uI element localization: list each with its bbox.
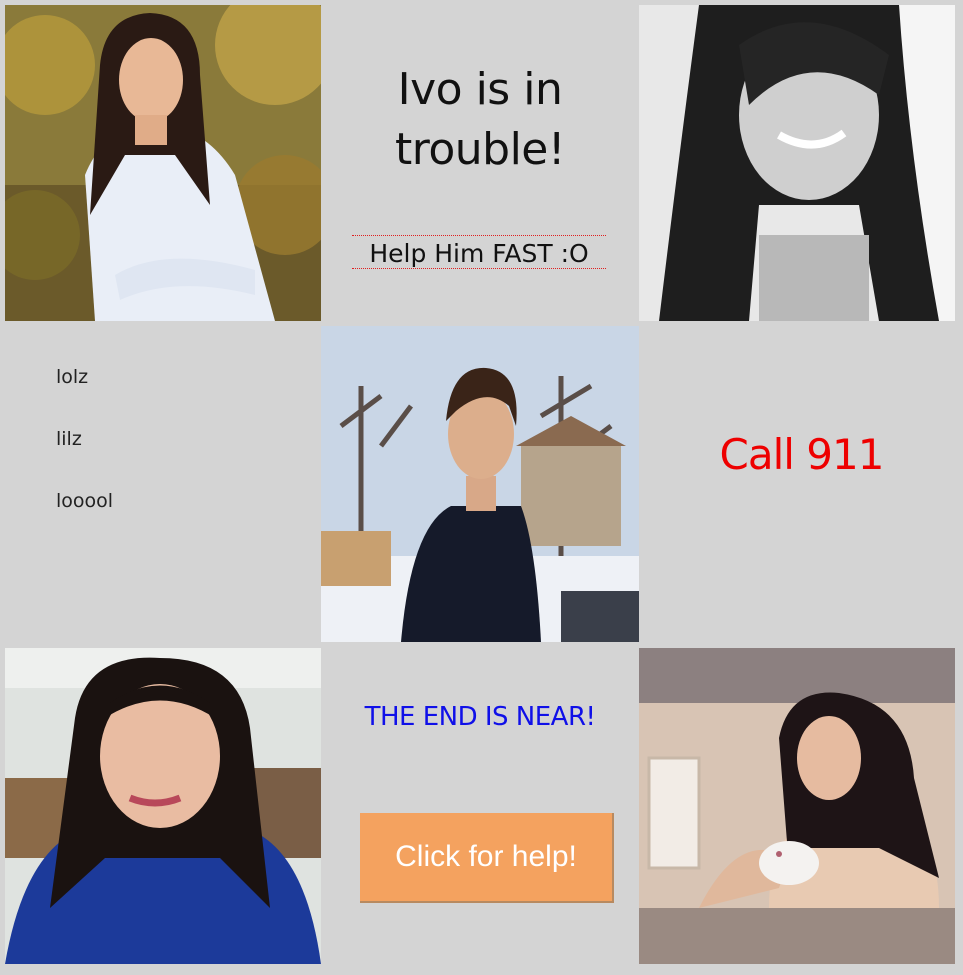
portrait-woman-autumn-photo	[5, 5, 321, 321]
title-line-1: Ivo is in	[397, 64, 563, 115]
end-is-near-text: THE END IS NEAR!	[364, 702, 596, 732]
portrait-woman-with-pet-photo	[639, 648, 955, 964]
click-for-help-button[interactable]: Click for help!	[360, 813, 614, 903]
list-item: looool	[56, 490, 114, 512]
page-title: Ivo is in trouble!	[322, 60, 638, 180]
portrait-man-winter-photo	[321, 326, 639, 642]
help-him-link[interactable]: Help Him FAST :O	[352, 235, 606, 269]
list-item: lilz	[56, 428, 82, 450]
joke-list: lolz lilz looool	[56, 362, 113, 548]
portrait-woman-office-photo	[5, 648, 321, 964]
title-line-2: trouble!	[394, 124, 566, 175]
list-item: lolz	[56, 366, 89, 388]
call-911-text: Call 911	[719, 430, 885, 479]
portrait-woman-bw-photo	[639, 5, 955, 321]
